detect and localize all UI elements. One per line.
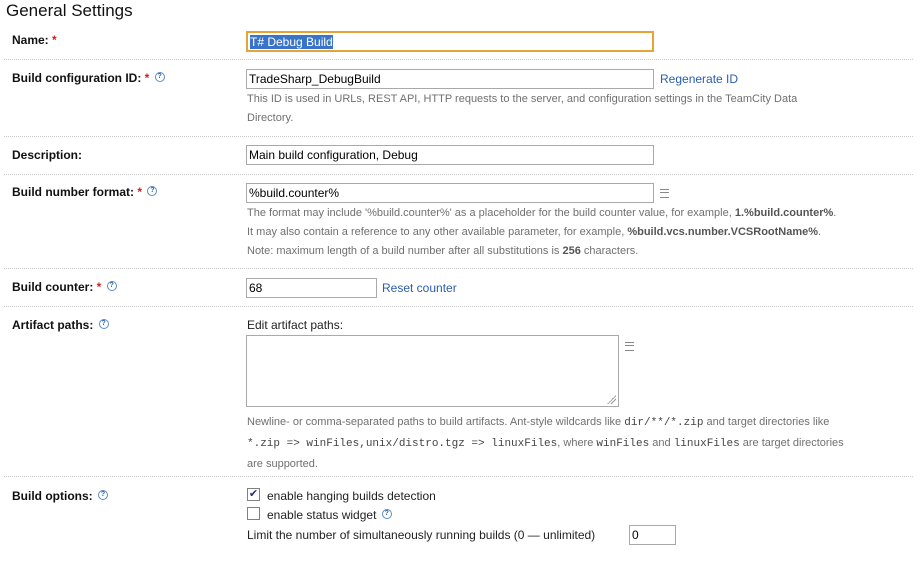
name-label-text: Name: xyxy=(12,33,49,47)
artifact-paths-textarea[interactable] xyxy=(246,335,619,407)
artifact-paths-note-line: *.zip => winFiles,unix/distro.tgz => lin… xyxy=(247,437,844,450)
edit-artifact-paths-label: Edit artifact paths: xyxy=(247,318,344,332)
status-widget-label: enable status widget ? xyxy=(267,508,392,522)
build-id-label: Build configuration ID: * ? xyxy=(12,71,165,85)
row-divider xyxy=(4,476,913,477)
build-number-format-note: The format may include '%build.counter%'… xyxy=(247,204,912,261)
help-icon[interactable]: ? xyxy=(106,281,117,291)
status-widget-checkbox[interactable] xyxy=(247,507,260,520)
name-label: Name: * xyxy=(12,33,57,47)
regenerate-id-link[interactable]: Regenerate ID xyxy=(660,72,738,86)
row-divider xyxy=(4,59,913,60)
hanging-builds-label: enable hanging builds detection xyxy=(267,489,436,503)
build-counter-label-text: Build counter: xyxy=(12,280,94,294)
row-divider xyxy=(4,268,913,269)
build-number-format-label-text: Build number format: xyxy=(12,185,134,199)
parameter-list-icon[interactable] xyxy=(660,189,669,198)
section-title: General Settings xyxy=(6,1,133,20)
build-number-format-note-line: It may also contain a reference to any o… xyxy=(247,226,822,238)
required-mark: * xyxy=(96,280,102,294)
build-id-field[interactable]: TradeSharp_DebugBuild xyxy=(246,69,654,89)
build-number-format-field[interactable]: %build.counter% xyxy=(246,183,654,203)
build-number-format-note-line: The format may include '%build.counter%'… xyxy=(247,207,837,219)
required-mark: * xyxy=(144,71,150,85)
build-id-note-line: This ID is used in URLs, REST API, HTTP … xyxy=(247,93,798,105)
parameter-list-icon[interactable] xyxy=(625,342,634,351)
build-number-format-label: Build number format: * ? xyxy=(12,185,158,199)
row-divider xyxy=(4,136,913,137)
build-counter-label: Build counter: * ? xyxy=(12,280,117,294)
help-icon[interactable]: ? xyxy=(98,490,108,500)
name-value: T# Debug Build xyxy=(250,35,333,49)
build-options-label: Build options: ? xyxy=(12,489,108,503)
build-options-label-text: Build options: xyxy=(12,489,93,503)
description-label: Description: xyxy=(12,148,83,162)
help-icon[interactable]: ? xyxy=(154,72,165,82)
build-id-note: This ID is used in URLs, REST API, HTTP … xyxy=(247,90,907,128)
reset-counter-link[interactable]: Reset counter xyxy=(382,281,457,295)
row-divider xyxy=(4,174,913,175)
help-icon[interactable]: ? xyxy=(98,319,109,329)
hanging-builds-checkbox[interactable]: ✔ xyxy=(247,488,260,501)
build-counter-field[interactable]: 68 xyxy=(246,278,377,298)
help-icon[interactable]: ? xyxy=(381,509,392,519)
required-mark: * xyxy=(52,33,57,47)
row-divider xyxy=(4,306,913,307)
build-id-label-text: Build configuration ID: xyxy=(12,71,142,85)
running-builds-limit-label: Limit the number of simultaneously runni… xyxy=(247,528,596,542)
description-field[interactable]: Main build configuration, Debug xyxy=(246,145,654,165)
artifact-paths-note-line: are supported. xyxy=(247,458,318,470)
build-number-format-note-line: Note: maximum length of a build number a… xyxy=(247,245,639,257)
artifact-paths-label: Artifact paths: ? xyxy=(12,318,109,332)
artifact-paths-note: Newline- or comma-separated paths to bui… xyxy=(247,412,912,474)
artifact-paths-note-line: Newline- or comma-separated paths to bui… xyxy=(247,416,830,429)
resize-grip-icon[interactable] xyxy=(606,394,616,404)
status-widget-label-text: enable status widget xyxy=(267,508,377,522)
required-mark: * xyxy=(137,185,143,199)
build-id-note-line: Directory. xyxy=(247,112,294,124)
help-icon[interactable]: ? xyxy=(147,186,158,196)
running-builds-limit-field[interactable]: 0 xyxy=(629,525,676,545)
name-field[interactable]: T# Debug Build xyxy=(246,31,654,52)
artifact-paths-label-text: Artifact paths: xyxy=(12,318,94,332)
